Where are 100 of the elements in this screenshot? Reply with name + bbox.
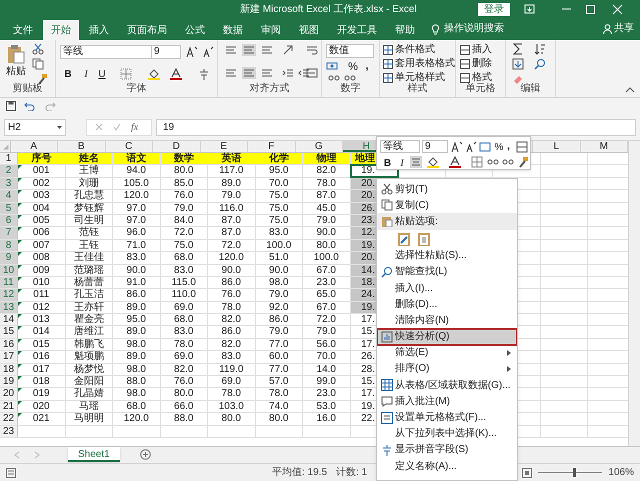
column-header[interactable]: C: [106, 141, 153, 152]
ribbon-tab[interactable]: 插入: [81, 20, 117, 40]
column-header[interactable]: L: [533, 141, 580, 152]
column-header[interactable]: E: [200, 141, 248, 152]
row-header[interactable]: 12: [0, 289, 18, 301]
italic-button[interactable]: I: [80, 67, 92, 82]
row-header[interactable]: 7: [0, 227, 18, 239]
row-header[interactable]: 14: [0, 314, 18, 326]
underline-button[interactable]: U: [96, 67, 108, 82]
row-header[interactable]: 2: [0, 165, 18, 177]
ribbon-tab[interactable]: 页面布局: [119, 20, 175, 40]
table-cell-text: 014: [32, 326, 51, 338]
row-header[interactable]: 1: [0, 153, 18, 164]
table-cell-text: 018: [32, 376, 51, 388]
table-cell: 70.0: [256, 178, 303, 190]
table-cell: 95.0: [113, 314, 160, 326]
cells-button[interactable]: 删除: [460, 56, 492, 71]
ribbon-tab[interactable]: 开发工具: [329, 20, 385, 40]
paste-button[interactable]: 粘贴: [6, 44, 26, 79]
menu-item[interactable]: 从下拉列表中选择(K)...: [377, 426, 517, 442]
table-cell: 76.0: [160, 376, 208, 388]
zoom-level[interactable]: 106%: [608, 465, 634, 480]
table-cell: 69.0: [160, 302, 208, 314]
group-label: 样式: [406, 82, 428, 96]
font-size-dropdown[interactable]: 9: [151, 45, 181, 59]
table-cell: 99.0: [303, 376, 350, 388]
table-cell: 77.0: [256, 364, 303, 376]
table-cell: 96.0: [113, 227, 160, 239]
row-header[interactable]: 16: [0, 338, 18, 350]
table-cell-text: 013: [32, 314, 51, 326]
row-header[interactable]: 18: [0, 364, 18, 376]
insert-function-button[interactable]: fx: [131, 120, 138, 134]
row-header[interactable]: 5: [0, 202, 18, 214]
number-format-dropdown[interactable]: 数值: [326, 44, 374, 58]
menu-item[interactable]: 显示拼音字段(S): [377, 442, 517, 458]
status-average: 平均值: 19.5: [272, 466, 328, 480]
font-name-dropdown[interactable]: 等线: [380, 140, 420, 153]
group-label: 对齐方式: [248, 82, 290, 96]
row-header[interactable]: 15: [0, 326, 18, 338]
tell-me-search[interactable]: 操作说明搜索: [444, 21, 504, 36]
percent-button[interactable]: %: [494, 140, 504, 155]
formula-input[interactable]: 19: [156, 118, 636, 136]
table-cell: 80.0: [160, 165, 208, 177]
column-header[interactable]: D: [153, 141, 200, 152]
ribbon-tab[interactable]: 数据: [215, 20, 251, 40]
row-header[interactable]: 13: [0, 302, 18, 314]
column-header[interactable]: B: [58, 141, 106, 152]
table-cell: 马明明: [66, 413, 113, 425]
name-box[interactable]: H2: [4, 118, 66, 136]
ribbon-tab[interactable]: 帮助: [387, 20, 423, 40]
font-name-dropdown[interactable]: 等线: [60, 45, 152, 59]
row-header[interactable]: 11: [0, 276, 18, 288]
ribbon-tab[interactable]: 文件: [5, 20, 41, 40]
row-header[interactable]: 8: [0, 240, 18, 252]
font-size-dropdown[interactable]: 9: [422, 140, 448, 153]
table-cell: 金阳阳: [66, 376, 113, 388]
status-count: 计数: 1: [336, 466, 368, 480]
column-header[interactable]: A: [10, 141, 58, 152]
table-cell: 97.0: [113, 202, 160, 214]
table-cell: 116.0: [208, 202, 256, 214]
comma-button[interactable]: ,: [506, 139, 511, 154]
sheet-tab[interactable]: Sheet1: [68, 447, 120, 462]
row-header[interactable]: 17: [0, 351, 18, 363]
comma-button[interactable]: ,: [364, 58, 370, 74]
share-button[interactable]: 共享: [603, 21, 634, 36]
table-cell: 80.0: [160, 388, 208, 400]
ribbon-tab[interactable]: 审阅: [253, 20, 289, 40]
row-header[interactable]: 19: [0, 376, 18, 388]
cells-button[interactable]: 插入: [460, 42, 492, 57]
menu-item[interactable]: 快速分析(Q): [377, 328, 517, 345]
style-button[interactable]: 套用表格格式: [383, 56, 455, 71]
row-header[interactable]: 6: [0, 214, 18, 226]
italic-button[interactable]: I: [399, 156, 405, 171]
group-label: 编辑: [520, 82, 542, 96]
table-cell: 75.0: [160, 240, 208, 252]
table-cell: 72.0: [160, 227, 208, 239]
ribbon-tab[interactable]: 开始: [43, 20, 79, 40]
menu-item[interactable]: 定义名称(A)...: [377, 458, 517, 474]
row-header[interactable]: 10: [0, 264, 18, 276]
table-cell: 71.0: [113, 240, 160, 252]
table-cell: 120.0: [113, 413, 160, 425]
row-header[interactable]: 9: [0, 252, 18, 264]
row-header[interactable]: 4: [0, 190, 18, 202]
column-header[interactable]: F: [248, 141, 296, 152]
row-header[interactable]: 3: [0, 178, 18, 190]
login-button[interactable]: 登录: [478, 3, 510, 16]
row-header[interactable]: 22: [0, 413, 18, 425]
style-button[interactable]: 条件格式: [383, 42, 435, 57]
bold-button[interactable]: B: [62, 67, 74, 82]
ribbon-tab[interactable]: 公式: [177, 20, 213, 40]
table-cell: 51.0: [256, 252, 303, 264]
table-cell: 88.0: [113, 376, 160, 388]
ribbon-tab[interactable]: 视图: [291, 20, 327, 40]
row-header[interactable]: 21: [0, 400, 18, 412]
row-header[interactable]: 20: [0, 388, 18, 400]
table-cell: 83.0: [208, 351, 256, 363]
table-cell: 69.0: [208, 376, 256, 388]
table-cell-text: 021: [32, 413, 51, 425]
percent-button[interactable]: %: [348, 59, 358, 76]
row-header[interactable]: 23: [0, 426, 18, 437]
